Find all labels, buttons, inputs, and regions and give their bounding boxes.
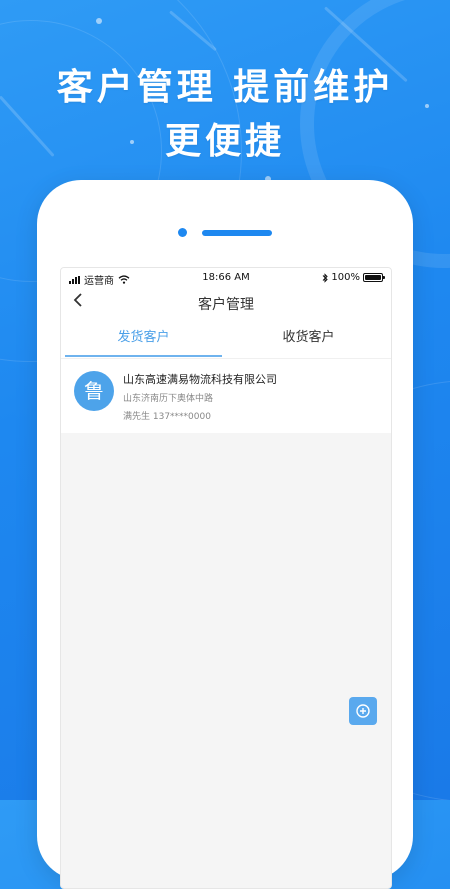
bg-dot <box>96 18 102 24</box>
plus-circle-icon <box>356 704 370 718</box>
customer-address: 山东济南历下奥体中路 <box>123 394 214 404</box>
tab-shipping-customers[interactable]: 发货客户 <box>61 318 226 358</box>
status-bar: 运营商 18:66 AM 100% <box>61 268 391 288</box>
phone-frame: 运营商 18:66 AM 100% 客户管理 发货客户 收货客户 鲁 山东高速满… <box>37 180 413 889</box>
list-item[interactable]: 鲁 山东高速满易物流科技有限公司 山东济南历下奥体中路 满先生 137****0… <box>61 358 391 433</box>
tab-receiving-customers[interactable]: 收货客户 <box>226 318 391 358</box>
battery-percent: 100% <box>331 272 360 283</box>
bluetooth-icon <box>323 272 329 283</box>
phone-speaker <box>202 230 272 236</box>
avatar: 鲁 <box>74 371 114 411</box>
status-right: 100% <box>322 272 385 283</box>
promo-subheadline: 更便捷 <box>164 121 285 162</box>
customer-contact: 满先生 137****0000 <box>123 412 211 422</box>
app-screen: 运营商 18:66 AM 100% 客户管理 发货客户 收货客户 鲁 山东高速满… <box>60 267 392 889</box>
tab-bar: 发货客户 收货客户 <box>61 318 391 358</box>
add-customer-button[interactable] <box>349 697 377 725</box>
phone-camera <box>178 228 187 237</box>
customer-name: 山东高速满易物流科技有限公司 <box>123 373 277 386</box>
page-title: 客户管理 <box>198 297 254 313</box>
battery-icon <box>363 273 385 282</box>
nav-bar: 客户管理 <box>61 288 391 318</box>
promo-headline: 客户管理 提前维护 <box>56 67 394 108</box>
